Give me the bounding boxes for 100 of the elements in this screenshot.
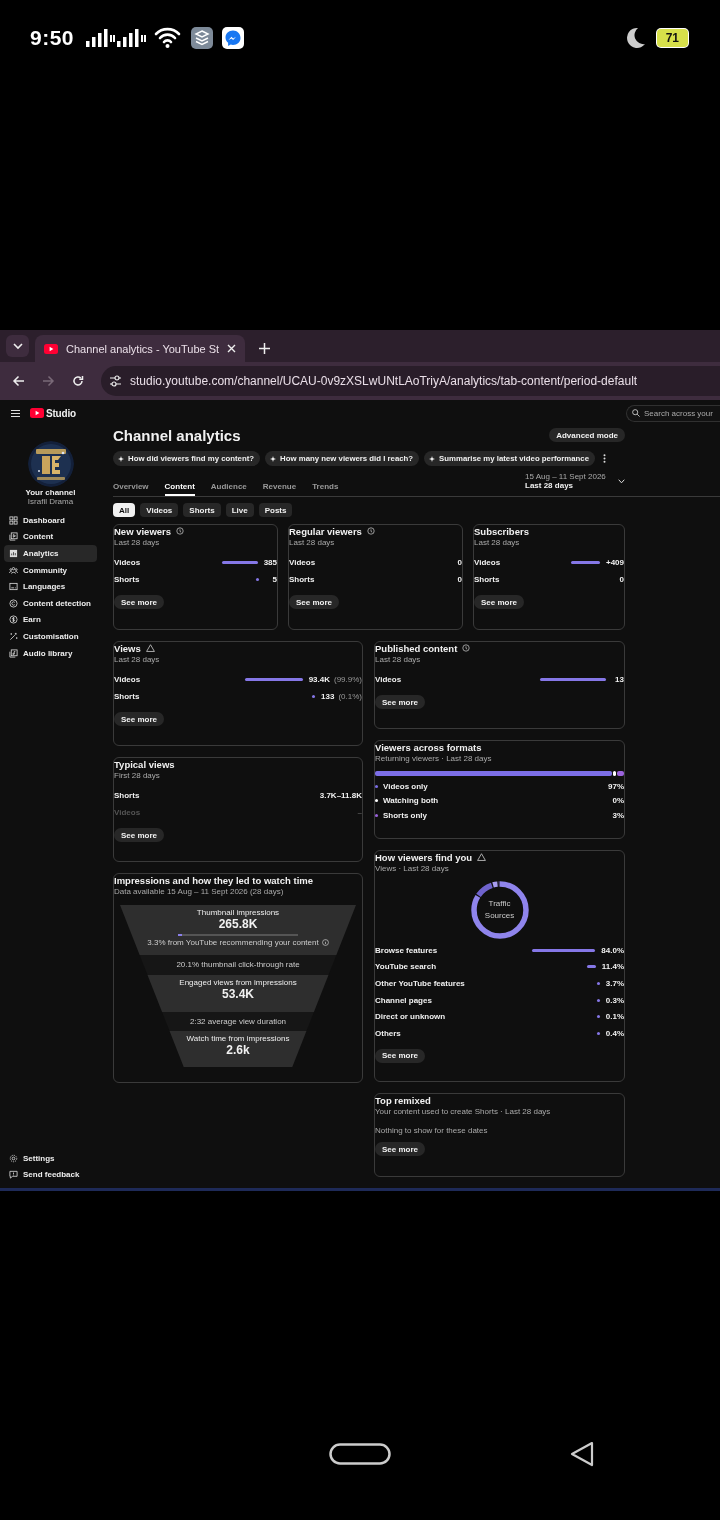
signal-icon	[117, 28, 149, 47]
card-title: Impressions and how they led to watch time	[114, 874, 313, 886]
wifi-icon	[154, 26, 182, 49]
settings-icon	[9, 1153, 18, 1163]
analytics-icon	[9, 549, 18, 558]
address-bar[interactable]: studio.youtube.com/channel/UCAU-0v9zXSLwUNtLAoTriyA/analytics/tab-content/period-default	[101, 366, 720, 396]
tab[interactable]: Content	[164, 482, 195, 496]
legend-label: Shorts only	[383, 810, 428, 820]
info-icon[interactable]	[321, 939, 329, 946]
channel-label: Your channel	[24, 488, 77, 497]
filter-chip[interactable]: Shorts	[183, 503, 221, 517]
filter-chip[interactable]: Live	[225, 503, 254, 517]
metric-value: 84.0%	[601, 945, 624, 955]
date-range-picker[interactable]: 15 Aug – 11 Sept 2026 Last 28 days	[525, 472, 625, 491]
more-options-icon[interactable]	[603, 454, 607, 463]
card-title: Top remixed	[375, 1094, 431, 1106]
filter-chip[interactable]: Videos	[140, 503, 179, 517]
chevron-down-icon	[12, 342, 23, 350]
tab[interactable]: Trends	[312, 482, 339, 496]
page-title: Channel analytics	[113, 426, 242, 444]
sidebar-item[interactable]: Analytics	[4, 545, 97, 562]
see-more-button[interactable]: See more	[289, 595, 340, 609]
card-subtitle: Last 28 days	[474, 538, 521, 548]
metric-label: Shorts	[289, 575, 316, 584]
metric-label: Shorts	[114, 575, 141, 584]
funnel-value: 53.4K	[222, 986, 254, 1001]
metric-value: +409	[605, 558, 624, 567]
see-more-button[interactable]: See more	[375, 1142, 426, 1156]
studio-logo-text: Studio	[46, 407, 76, 419]
metric-label: Shorts	[114, 692, 141, 701]
card-title: Published content	[375, 642, 458, 654]
metric-value: 11.4%	[601, 962, 624, 972]
menu-icon[interactable]	[11, 409, 20, 417]
card-title: Regular viewers	[289, 525, 362, 537]
bar-fill	[570, 561, 600, 564]
people-icon	[9, 565, 18, 575]
reload-icon[interactable]	[72, 375, 84, 387]
metric-label: Channel pages	[375, 995, 433, 1005]
tab[interactable]: Revenue	[262, 482, 297, 496]
card-subtitle: First 28 days	[114, 771, 161, 781]
sidebar-item[interactable]: Content detection	[4, 594, 97, 612]
tab-list-button[interactable]	[6, 335, 29, 357]
back-arrow-icon[interactable]	[12, 375, 25, 387]
metric-value: 13	[614, 675, 624, 684]
search-field[interactable]: Search across your	[626, 404, 720, 422]
legend-label: Videos only	[383, 781, 429, 791]
bar-fill	[312, 695, 316, 698]
metric-value: –	[356, 808, 362, 817]
browser-tab[interactable]: Channel analytics - YouTube St	[35, 335, 246, 362]
dollar-icon	[9, 615, 18, 625]
bar-fill	[540, 678, 606, 681]
clock-time: 9:50	[30, 25, 75, 50]
metric-label: Videos	[114, 675, 142, 684]
see-more-button[interactable]: See more	[114, 712, 165, 726]
metric-label: Other YouTube features	[375, 979, 466, 988]
legend-value: 0%	[612, 796, 624, 806]
bar-fill	[244, 678, 303, 681]
home-pill-icon[interactable]	[329, 1443, 391, 1465]
sidebar-item[interactable]: Earn	[4, 611, 97, 629]
new-tab-icon[interactable]	[259, 343, 271, 354]
dashboard-icon	[9, 515, 18, 525]
donut-center-label: Traffic Sources	[483, 898, 516, 922]
funnel-label: Thumbnail impressions	[196, 908, 280, 917]
donut-drawing	[468, 879, 531, 941]
see-more-button[interactable]: See more	[114, 828, 165, 842]
tab[interactable]: Overview	[113, 482, 149, 496]
card-subtitle: Data available 15 Aug – 11 Sept 2026 (28 days)	[114, 887, 285, 897]
tab[interactable]: Audience	[210, 482, 247, 496]
forward-arrow-icon[interactable]	[42, 375, 55, 387]
filter-chip[interactable]: Posts	[258, 503, 293, 517]
sidebar-item[interactable]: Dashboard	[4, 512, 97, 529]
sidebar-item[interactable]: Send feedback	[4, 1166, 97, 1183]
metric-value: 0	[618, 575, 624, 584]
advanced-mode-button[interactable]: Advanced mode	[549, 428, 625, 442]
metric-label: Videos	[289, 558, 317, 567]
see-more-button[interactable]: See more	[474, 595, 525, 609]
sidebar-item[interactable]: Settings	[4, 1149, 97, 1167]
close-icon[interactable]	[227, 344, 237, 353]
bar-fill	[596, 982, 600, 985]
bar-fill	[596, 1015, 600, 1019]
see-more-button[interactable]: See more	[375, 695, 426, 709]
subtitles-icon	[9, 582, 18, 592]
youtube-tab-icon	[44, 343, 58, 354]
sidebar-item[interactable]: Customisation	[4, 628, 97, 645]
sidebar-item[interactable]: Audio library	[4, 644, 97, 662]
back-icon[interactable]	[569, 1440, 595, 1468]
funnel-value: 2.6k	[226, 1043, 250, 1057]
metric-value: 0.3%	[605, 995, 624, 1005]
metric-share: (99.9%)	[334, 675, 362, 684]
sidebar-item[interactable]: Languages	[4, 578, 97, 595]
card-subtitle: Returning viewers · Last 28 days	[375, 754, 493, 764]
filter-chip[interactable]: All	[113, 503, 136, 517]
magic-wand-icon	[9, 631, 18, 641]
card-title: New viewers	[114, 525, 172, 537]
sidebar-item[interactable]: Community	[4, 561, 97, 579]
card-title: Viewers across formats	[375, 741, 482, 753]
sidebar-item[interactable]: Content	[4, 528, 97, 546]
metric-label: Shorts	[114, 791, 141, 800]
see-more-button[interactable]: See more	[375, 1048, 426, 1063]
see-more-button[interactable]: See more	[114, 595, 165, 609]
